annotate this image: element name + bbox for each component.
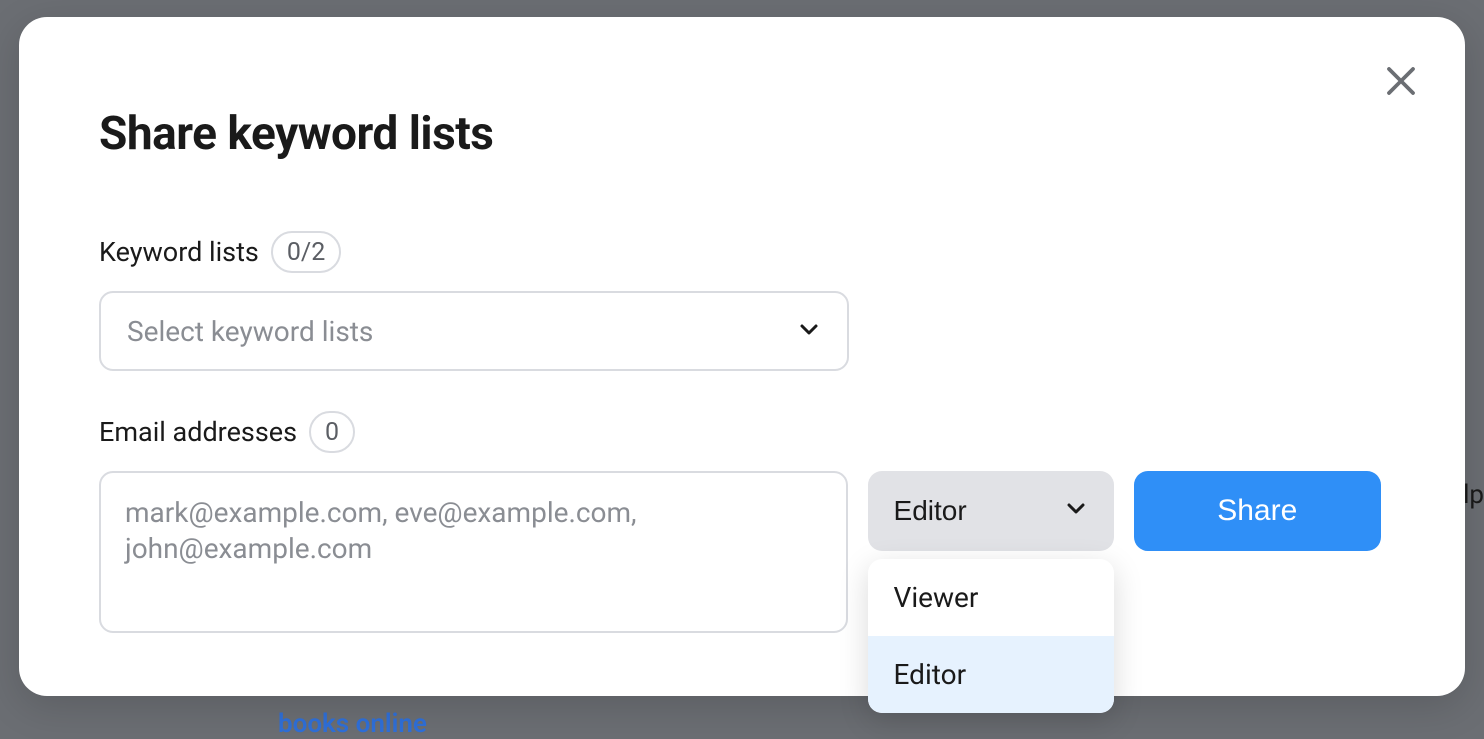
role-option-viewer[interactable]: Viewer (868, 559, 1114, 636)
email-input[interactable] (99, 471, 848, 633)
keyword-lists-placeholder: Select keyword lists (127, 315, 373, 348)
keyword-lists-count-badge: 0/2 (271, 231, 341, 273)
share-button[interactable]: Share (1134, 471, 1381, 551)
keyword-lists-field: Keyword lists 0/2 Select keyword lists (99, 231, 1385, 371)
role-dropdown-menu: Viewer Editor (868, 559, 1114, 713)
chevron-down-icon (797, 317, 821, 345)
background-text-right: lp (1463, 480, 1484, 510)
role-select-button[interactable]: Editor (868, 471, 1114, 551)
keyword-lists-label: Keyword lists (99, 236, 259, 268)
modal-title: Share keyword lists (99, 107, 1385, 161)
role-option-editor[interactable]: Editor (868, 636, 1114, 713)
share-modal: Share keyword lists Keyword lists 0/2 Se… (19, 17, 1465, 696)
keyword-lists-select[interactable]: Select keyword lists (99, 291, 849, 371)
email-field-group: Email addresses 0 Editor Viewer Editor S… (99, 411, 1385, 633)
role-dropdown-container: Editor Viewer Editor (868, 471, 1114, 551)
role-selected-label: Editor (894, 495, 967, 527)
email-label: Email addresses (99, 416, 297, 448)
close-icon (1383, 63, 1419, 99)
chevron-down-icon (1064, 495, 1088, 527)
close-button[interactable] (1383, 63, 1419, 99)
background-link: books online (278, 709, 427, 739)
email-count-badge: 0 (309, 411, 355, 453)
